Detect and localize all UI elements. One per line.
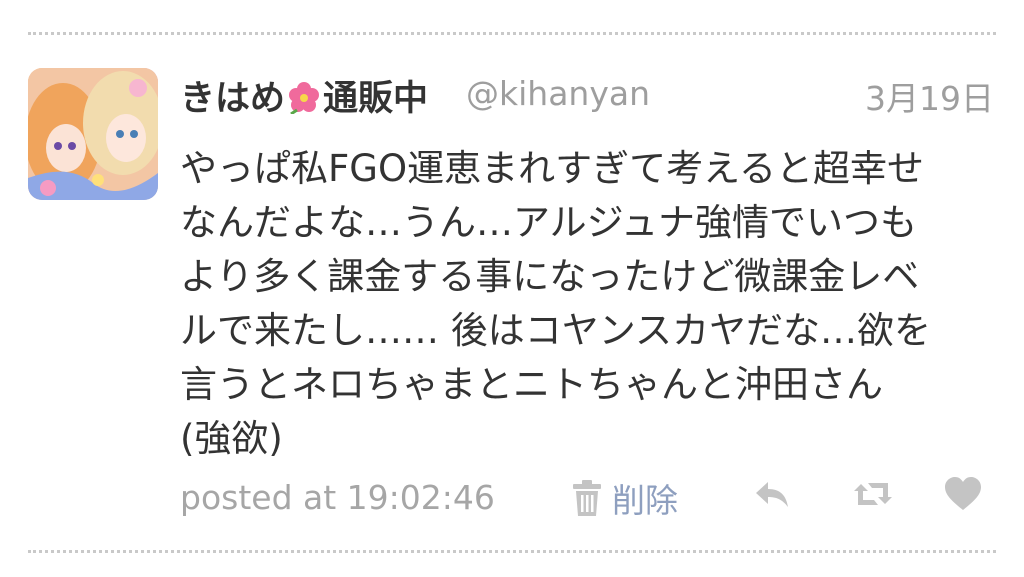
author-handle[interactable]: @kihanyan: [466, 74, 650, 113]
tweet-line: なんだよな…うん…アルジュナ強情でいつも: [180, 201, 918, 244]
hibiscus-icon: [289, 82, 320, 114]
tweet-line: 言うとネロちゃまとニトちゃんと沖田さん: [180, 363, 883, 406]
tweet-line: (強欲): [180, 417, 283, 460]
author-name-part1: きはめ: [180, 79, 286, 119]
tweet-line: やっぱ私FGO運恵まれすぎて考えると超幸せ: [180, 147, 924, 190]
posted-at: posted at 19:02:46: [180, 478, 495, 517]
reply-icon[interactable]: [752, 474, 794, 514]
top-divider: [28, 32, 996, 35]
tweet-date[interactable]: 3月19日: [865, 72, 994, 120]
author-name-part2: 通販中: [323, 79, 429, 119]
delete-label: 削除: [612, 481, 678, 520]
delete-button[interactable]: 削除: [570, 474, 678, 522]
trash-icon: [573, 480, 601, 516]
tweet-text: やっぱ私FGO運恵まれすぎて考えると超幸せ なんだよな…うん…アルジュナ強情でい…: [180, 142, 1010, 466]
bottom-divider: [28, 550, 996, 553]
retweet-icon[interactable]: [852, 474, 894, 514]
heart-icon[interactable]: [942, 474, 984, 514]
avatar[interactable]: [28, 68, 158, 200]
tweet-line: ルで来たし…… 後はコヤンスカヤだな…欲を: [180, 309, 932, 352]
author-name[interactable]: きはめ 通販中: [180, 70, 428, 121]
tweet-line: より多く課金する事になったけど微課金レベ: [180, 255, 920, 298]
